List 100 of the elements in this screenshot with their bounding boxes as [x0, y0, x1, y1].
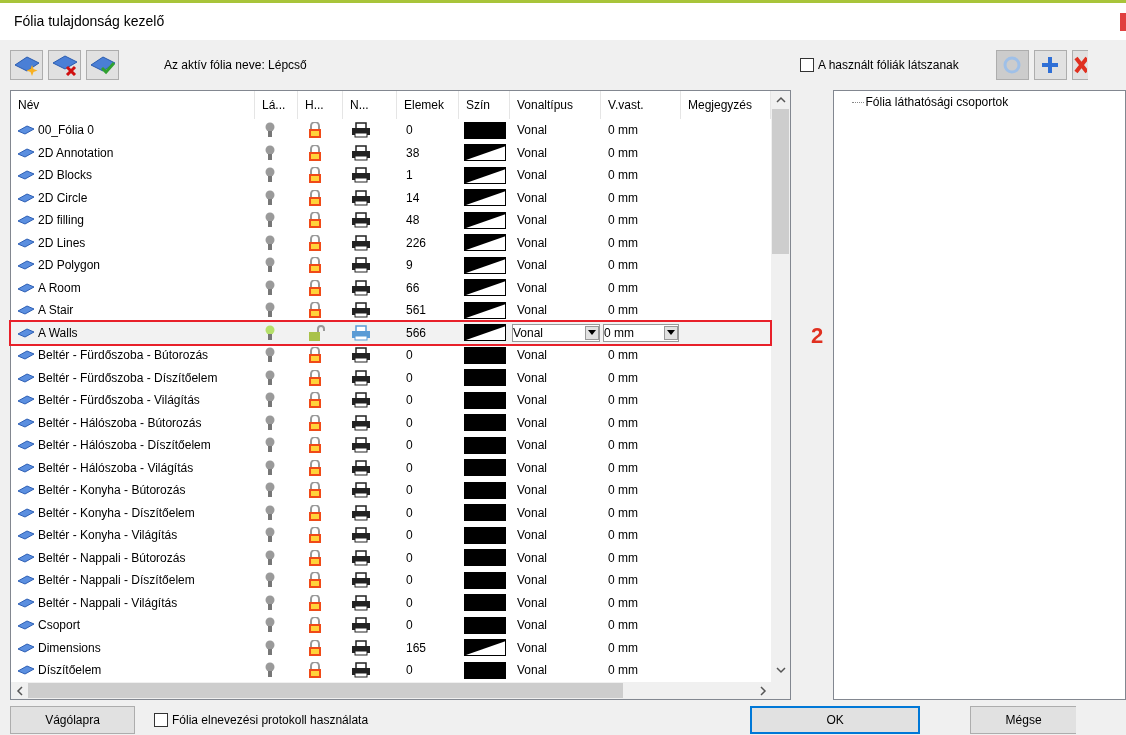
table-cell-text: 0 mm	[608, 594, 638, 612]
table-cell-text: 0	[406, 482, 413, 500]
table-row[interactable]: A Stair 561 Vonal 0 mm	[11, 299, 771, 322]
layer-name: Beltér - Nappali - Bútorozás	[38, 549, 186, 567]
layer-name: Beltér - Konyha - Bútorozás	[38, 482, 186, 500]
color-swatch	[464, 571, 506, 589]
close-button[interactable]	[1120, 12, 1126, 31]
lightbulb-icon	[265, 144, 275, 161]
column-header[interactable]: Szín	[459, 91, 510, 119]
color-swatch	[464, 301, 506, 319]
printer-icon	[351, 392, 371, 409]
printer-icon	[351, 527, 371, 544]
padlock-icon	[308, 639, 322, 656]
table-row[interactable]: 00_Fólia 0 0 Vonal 0 mm	[11, 119, 771, 142]
lightbulb-icon	[265, 504, 275, 521]
checkbox[interactable]	[154, 713, 168, 727]
tree-item[interactable]: Fólia láthatósági csoportok	[865, 93, 1009, 111]
table-cell-text: 14	[406, 189, 420, 207]
table-cell-text: Vonal	[517, 122, 548, 140]
table-row[interactable]: Beltér - Hálószoba - Világítás 0 Vonal 0 mm	[11, 456, 771, 479]
column-header[interactable]: Elemek	[397, 91, 459, 119]
table-cell-text: 0	[406, 504, 413, 522]
table-row[interactable]: Beltér - Fürdőszoba - Bútorozás 0 Vonal 0 mm	[11, 344, 771, 367]
table-cell-text: 0	[406, 662, 413, 680]
lightbulb-icon	[265, 369, 275, 386]
table-row[interactable]: Beltér - Nappali - Bútorozás 0 Vonal 0 mm	[11, 546, 771, 569]
cancel-button[interactable]: Mégse	[970, 706, 1077, 734]
table-row[interactable]: Beltér - Fürdőszoba - Világítás 0 Vonal 0 mm	[11, 389, 771, 412]
printer-icon	[351, 617, 371, 634]
layer-icon	[17, 237, 35, 248]
table-cell-text: 0	[406, 347, 413, 365]
padlock-icon	[308, 167, 322, 184]
table-row[interactable]: Beltér - Konyha - Bútorozás 0 Vonal 0 mm	[11, 479, 771, 502]
activate-layer-button[interactable]	[86, 50, 119, 80]
layer-name: A Walls	[38, 324, 78, 342]
table-row[interactable]: 2D Blocks 1 Vonal 0 mm	[11, 164, 771, 187]
table-row[interactable]: Beltér - Hálószoba - Bútorozás 0 Vonal 0 mm	[11, 411, 771, 434]
column-header[interactable]: Lá...	[255, 91, 298, 119]
table-row[interactable]: 2D Lines 226 Vonal 0 mm	[11, 231, 771, 254]
layer-name: Dimensions	[38, 639, 101, 657]
color-swatch	[464, 324, 506, 342]
checkbox-label: Fólia elnevezési protokoll használata	[172, 712, 369, 729]
table-row[interactable]: Dimensions 165 Vonal 0 mm	[11, 636, 771, 659]
table-row[interactable]: 2D Circle 14 Vonal 0 mm	[11, 186, 771, 209]
printer-icon	[351, 167, 371, 184]
table-row[interactable]: 2D filling 48 Vonal 0 mm	[11, 209, 771, 232]
column-header[interactable]: N...	[343, 91, 397, 119]
table-row[interactable]: Beltér - Nappali - Világítás 0 Vonal 0 mm	[11, 591, 771, 614]
line-width-dropdown[interactable]: 0 mm	[603, 323, 679, 342]
column-header[interactable]: V.vast.	[601, 91, 681, 119]
horizontal-scrollbar-thumb[interactable]	[28, 683, 623, 698]
table-cell-text: 0 mm	[608, 347, 638, 365]
layer-name: Beltér - Hálószoba - Díszítőelem	[38, 437, 211, 455]
layer-name: 2D Annotation	[38, 144, 114, 162]
ok-button[interactable]: OK	[750, 706, 921, 734]
linetype-dropdown[interactable]: Vonal	[512, 323, 600, 342]
table-cell-text: 1	[406, 167, 413, 185]
table-row[interactable]: Beltér - Konyha - Világítás 0 Vonal 0 mm	[11, 524, 771, 547]
layer-name: Beltér - Konyha - Világítás	[38, 527, 178, 545]
color-swatch	[464, 391, 506, 409]
table-cell-text: Vonal	[517, 167, 548, 185]
lightbulb-icon	[265, 482, 275, 499]
color-swatch	[464, 369, 506, 387]
table-row[interactable]: Beltér - Nappali - Díszítőelem 0 Vonal 0 mm	[11, 569, 771, 592]
table-row[interactable]: Beltér - Fürdőszoba - Díszítőelem 0 Vonal 0 mm	[11, 366, 771, 389]
padlock-icon	[308, 392, 322, 409]
table-row[interactable]: Díszítőelem 0 Vonal 0 mm	[11, 659, 771, 682]
table-row[interactable]: 2D Polygon 9 Vonal 0 mm	[11, 254, 771, 277]
clipboard-button[interactable]: Vágólapra	[10, 706, 135, 734]
add-button[interactable]	[1033, 50, 1067, 80]
remove-button[interactable]	[1071, 50, 1088, 80]
layer-icon	[17, 305, 35, 316]
table-cell-text: 0 mm	[608, 392, 638, 410]
lightbulb-icon	[265, 414, 275, 431]
vertical-scrollbar-thumb[interactable]	[772, 109, 789, 254]
table-row[interactable]: Csoport 0 Vonal 0 mm	[11, 614, 771, 637]
add-layer-button[interactable]	[10, 50, 43, 80]
layer-icon	[17, 642, 35, 653]
table-cell-text: 0	[406, 527, 413, 545]
column-header[interactable]: Vonaltípus	[510, 91, 601, 119]
padlock-icon	[308, 279, 322, 296]
layer-name: Díszítőelem	[38, 662, 102, 680]
lightbulb-icon	[265, 549, 275, 566]
table-cell-text: 0 mm	[608, 414, 638, 432]
delete-layer-button[interactable]	[48, 50, 81, 80]
printer-icon	[351, 369, 371, 386]
column-header[interactable]: H...	[298, 91, 343, 119]
table-cell-text: Vonal	[517, 639, 548, 657]
color-swatch	[464, 526, 506, 544]
table-row[interactable]: Beltér - Hálószoba - Díszítőelem 0 Vonal 0 mm	[11, 434, 771, 457]
lightbulb-icon	[265, 617, 275, 634]
column-header[interactable]: Név	[11, 91, 255, 119]
checkbox[interactable]	[800, 58, 814, 72]
table-cell-text: Vonal	[517, 504, 548, 522]
table-cell-text: Vonal	[517, 212, 548, 230]
printer-icon	[351, 212, 371, 229]
table-cell-text: 66	[406, 279, 420, 297]
table-row[interactable]: 2D Annotation 38 Vonal 0 mm	[11, 141, 771, 164]
table-row[interactable]: A Room 66 Vonal 0 mm	[11, 276, 771, 299]
table-row[interactable]: Beltér - Konyha - Díszítőelem 0 Vonal 0 mm	[11, 501, 771, 524]
